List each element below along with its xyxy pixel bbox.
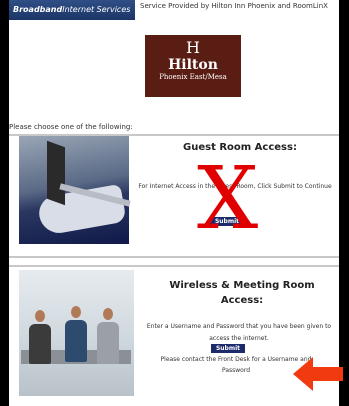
login-page: BroadbandInternet Services Service Provi… <box>9 0 339 406</box>
laptop-screen-shape <box>47 140 65 206</box>
choose-prompt: Please choose one of the following: <box>9 123 133 131</box>
person-shape <box>65 320 87 362</box>
arrow-left-icon <box>293 357 343 391</box>
x-mark-icon: X <box>197 149 259 249</box>
hilton-mark-icon: H <box>186 38 200 57</box>
service-text: Service Provided by Hilton Inn Phoenix a… <box>140 2 328 10</box>
head-shape <box>71 306 81 318</box>
hilton-logo: H Hilton Phoenix East/Mesa <box>145 35 241 97</box>
brand-rest: Internet Services <box>62 5 131 14</box>
wireless-title: Wireless & Meeting Room Access: <box>169 280 315 306</box>
wireless-submit-button[interactable]: Submit <box>211 344 245 353</box>
brand-strong: Broadband <box>13 5 63 14</box>
person-shape <box>29 324 51 364</box>
lobby-photo <box>19 270 134 396</box>
header-bar: BroadbandInternet Services Service Provi… <box>9 0 339 22</box>
logo-name: Hilton <box>168 57 218 73</box>
broadband-tab: BroadbandInternet Services <box>9 0 135 20</box>
laptop-photo <box>19 136 131 244</box>
wireless-panel: Wireless & Meeting Room Access: Enter a … <box>9 265 339 406</box>
wireless-description: Enter a Username and Password that you h… <box>146 323 332 342</box>
head-shape <box>35 310 45 322</box>
logo-subtitle: Phoenix East/Mesa <box>159 73 227 81</box>
person-shape <box>97 322 119 364</box>
guest-room-panel: Guest Room Access: For Internet Access i… <box>9 134 339 258</box>
head-shape <box>103 308 113 320</box>
